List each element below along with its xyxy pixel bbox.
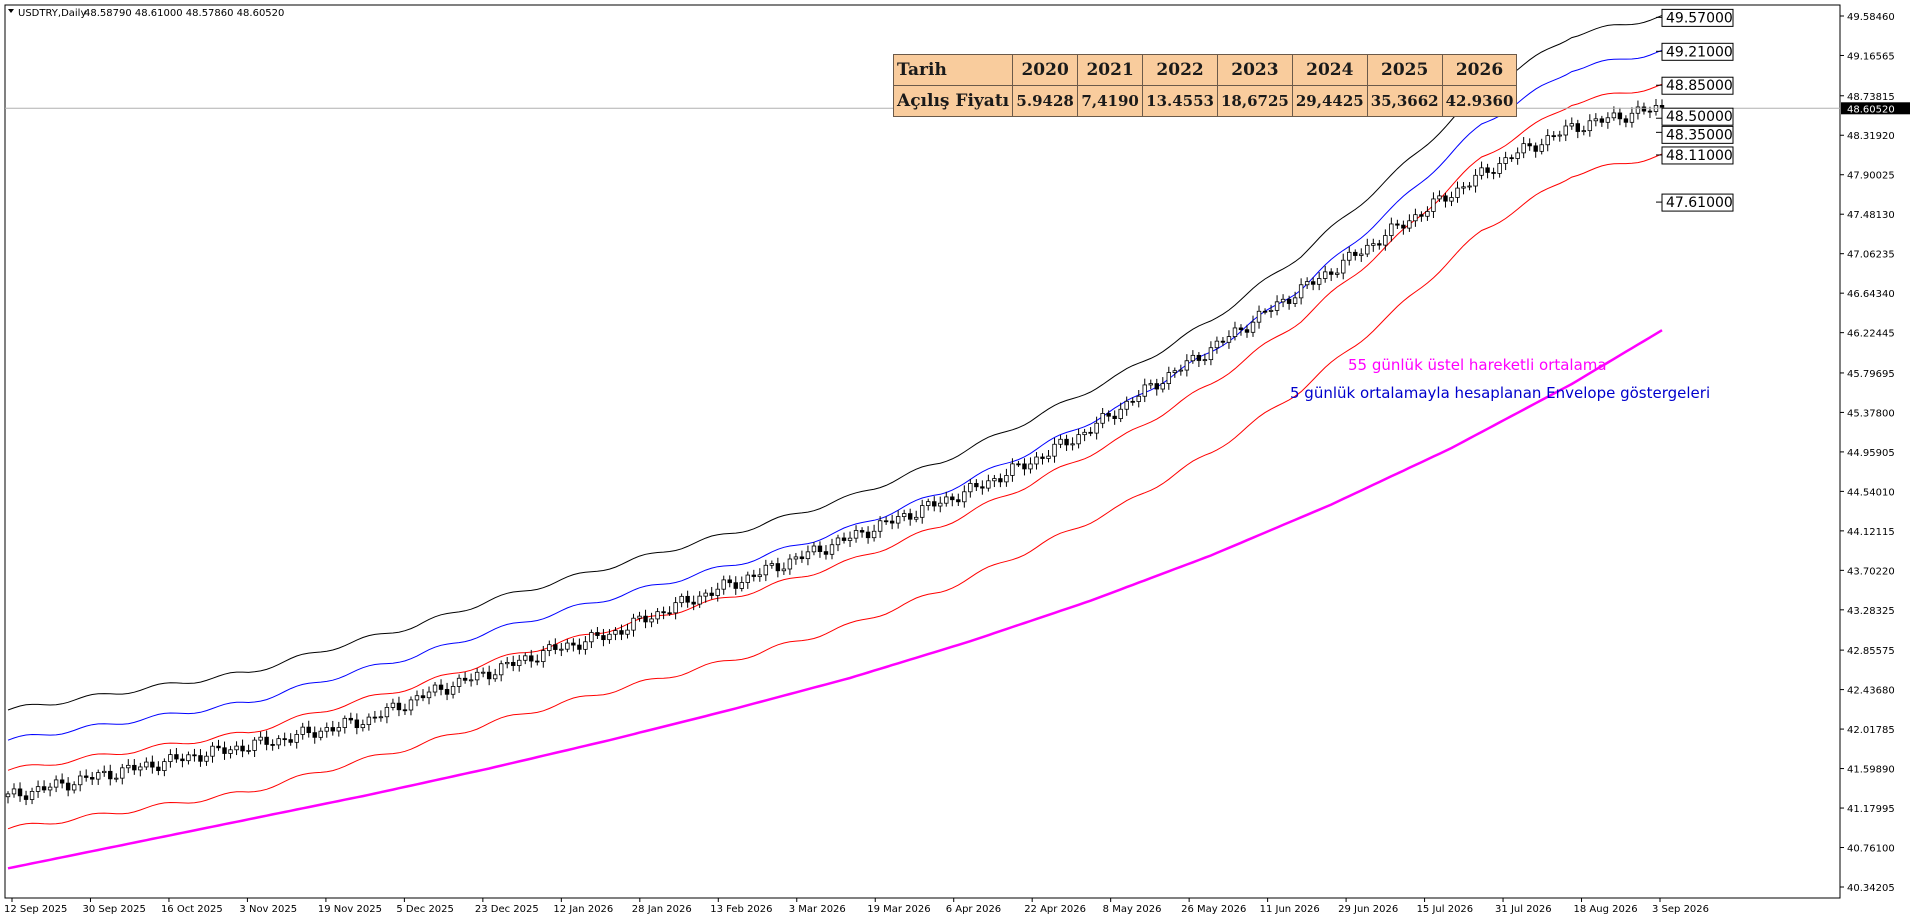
y-tick-label: 41.17995 <box>1847 804 1895 815</box>
ema-annotation: 55 günlük üstel hareketli ortalama <box>1348 356 1607 374</box>
table-year: 2024 <box>1291 54 1368 86</box>
x-tick-label: 6 Apr 2026 <box>946 904 1001 915</box>
x-tick-label: 5 Dec 2025 <box>396 904 454 915</box>
y-tick-label: 42.43680 <box>1847 686 1895 697</box>
x-tick-label: 18 Aug 2026 <box>1574 904 1638 915</box>
x-tick-label: 22 Apr 2026 <box>1024 904 1086 915</box>
level-label: 47.61000 <box>1666 195 1733 211</box>
y-tick-label: 44.12115 <box>1847 527 1895 538</box>
y-tick-label: 42.85575 <box>1847 646 1895 657</box>
chart-root: 48.60520 49.57000 49.21000 48.85000 48.50000… <box>0 0 1920 918</box>
y-tick-label: 45.79695 <box>1847 369 1895 380</box>
table-open-price: 29,4425 <box>1291 85 1368 117</box>
x-tick-label: 23 Dec 2025 <box>475 904 539 915</box>
y-tick-label: 42.01785 <box>1847 725 1895 736</box>
y-tick-label: 40.34205 <box>1847 883 1895 894</box>
x-tick-label: 11 Jun 2026 <box>1260 904 1320 915</box>
table-year: 2020 <box>1012 54 1079 86</box>
y-tick-label: 45.37800 <box>1847 408 1895 419</box>
chart-header-ohlc: 48.58790 48.61000 48.57860 48.60520 <box>84 8 284 19</box>
plot-frame <box>4 4 1841 899</box>
x-tick-label: 13 Feb 2026 <box>710 904 772 915</box>
table-year: 2023 <box>1217 54 1293 86</box>
table-open-price: 35,3662 <box>1366 85 1443 117</box>
table-year: 2026 <box>1441 54 1518 86</box>
y-tick-label: 46.22445 <box>1847 329 1895 340</box>
y-tick-label: 43.28325 <box>1847 606 1895 617</box>
level-label: 49.21000 <box>1666 44 1733 60</box>
table-open-price: 18,6725 <box>1217 85 1293 117</box>
y-tick-label: 48.31920 <box>1847 131 1895 142</box>
x-tick-label: 16 Oct 2025 <box>161 904 223 915</box>
x-tick-label: 3 Nov 2025 <box>239 904 297 915</box>
y-tick-label: 43.70220 <box>1847 566 1895 577</box>
table-open-price: 42.9360 <box>1441 85 1518 117</box>
y-tick-label: 49.16565 <box>1847 51 1895 62</box>
table-row-years: Tarih 2020 2021 2022 2023 2024 2025 2026 <box>892 54 1518 86</box>
x-tick-label: 3 Mar 2026 <box>789 904 846 915</box>
table-row-open-prices: Açılış Fiyatı 5.9428 7,4190 13.4553 18,6… <box>892 85 1518 117</box>
x-tick-label: 12 Jan 2026 <box>553 904 613 915</box>
y-tick-label: 44.95905 <box>1847 448 1895 459</box>
y-tick-label: 40.76100 <box>1847 844 1895 855</box>
table-header-date: Tarih <box>892 54 1014 86</box>
x-tick-label: 15 Jul 2026 <box>1417 904 1474 915</box>
x-tick-label: 26 May 2026 <box>1181 904 1246 915</box>
table-open-price: 7,4190 <box>1077 85 1144 117</box>
table-year: 2022 <box>1142 54 1218 86</box>
y-tick-label: 48.73815 <box>1847 92 1895 103</box>
x-tick-label: 30 Sep 2025 <box>82 904 145 915</box>
x-tick-label: 29 Jun 2026 <box>1338 904 1398 915</box>
y-tick-label: 46.64340 <box>1847 289 1895 300</box>
table-year: 2025 <box>1366 54 1443 86</box>
y-tick-label: 47.90025 <box>1847 171 1895 182</box>
x-tick-label: 28 Jan 2026 <box>632 904 692 915</box>
y-tick-label: 47.48130 <box>1847 210 1895 221</box>
envelope-annotation: 5 günlük ortalamayla hesaplanan Envelope… <box>1290 384 1710 402</box>
y-tick-label: 44.54010 <box>1847 487 1895 498</box>
y-tick-label: 41.59890 <box>1847 765 1895 776</box>
x-tick-label: 19 Mar 2026 <box>867 904 930 915</box>
table-year: 2021 <box>1077 54 1144 86</box>
x-tick-label: 3 Sep 2026 <box>1652 904 1709 915</box>
level-label: 48.11000 <box>1666 148 1733 164</box>
y-tick-label: 49.58460 <box>1847 12 1895 23</box>
level-label: 48.85000 <box>1666 78 1733 94</box>
table-header-open: Açılış Fiyatı <box>892 85 1014 117</box>
current-price-label: 48.60520 <box>1847 104 1895 115</box>
y-tick-label: 47.06235 <box>1847 250 1895 261</box>
level-label: 48.50000 <box>1666 109 1733 125</box>
x-tick-label: 19 Nov 2025 <box>318 904 382 915</box>
price-chart: 48.60520 49.57000 49.21000 48.85000 48.50000… <box>4 4 1910 915</box>
level-label: 48.35000 <box>1666 127 1733 143</box>
yearly-open-table: Tarih 2020 2021 2022 2023 2024 2025 2026… <box>892 54 1518 117</box>
table-open-price: 13.4553 <box>1142 85 1218 117</box>
chart-header-symbol: USDTRY,Daily <box>18 8 86 19</box>
x-tick-label: 12 Sep 2025 <box>4 904 67 915</box>
x-tick-label: 31 Jul 2026 <box>1495 904 1552 915</box>
x-tick-label: 8 May 2026 <box>1103 904 1162 915</box>
level-label: 49.57000 <box>1666 10 1733 26</box>
table-open-price: 5.9428 <box>1012 85 1079 117</box>
